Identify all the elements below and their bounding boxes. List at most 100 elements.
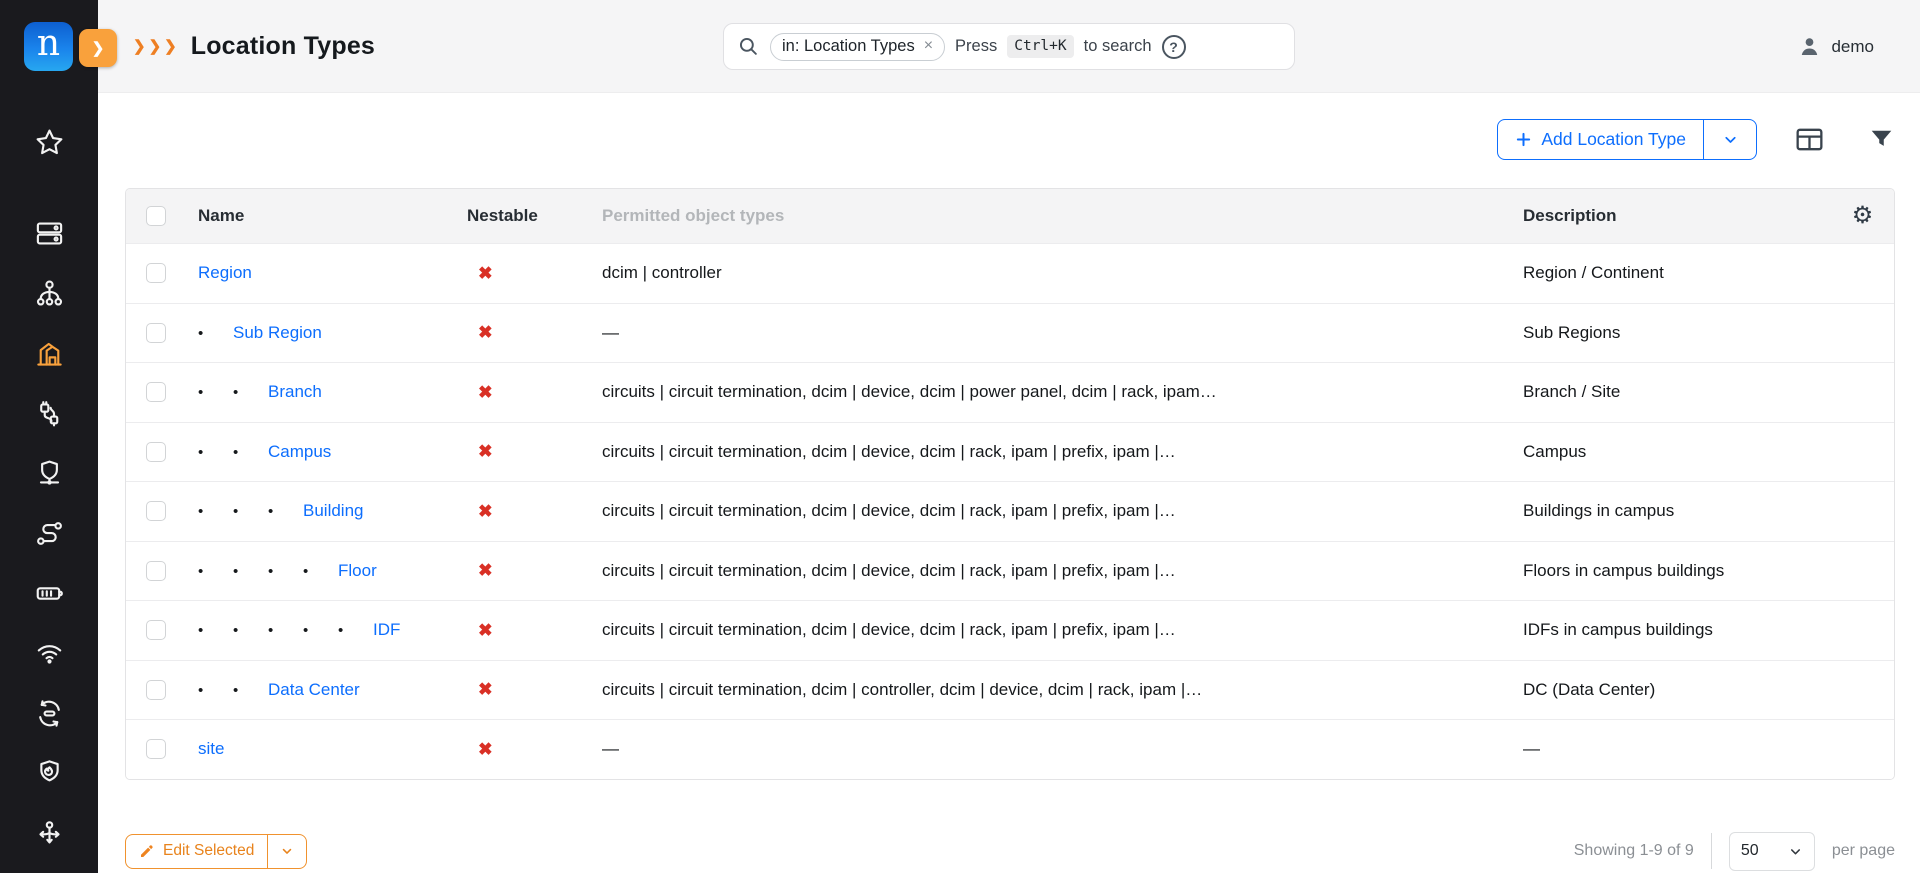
name-cell: •••••IDF <box>186 620 461 640</box>
not-nestable-icon: ✖ <box>478 263 493 283</box>
hierarchy-dot: • <box>233 384 268 401</box>
edit-selected-button[interactable]: Edit Selected <box>126 835 268 868</box>
name-cell: •Sub Region <box>186 323 461 343</box>
pagination: Showing 1-9 of 9 50 per page <box>1574 832 1895 871</box>
select-all-checkbox[interactable] <box>146 206 166 226</box>
sidebar-item-routes[interactable] <box>0 503 98 563</box>
app-window: n ❯ <box>0 0 1920 873</box>
user-menu[interactable]: demo <box>1797 0 1874 93</box>
row-checkbox[interactable] <box>146 382 166 402</box>
help-icon[interactable]: ? <box>1162 35 1186 59</box>
row-checkbox-cell <box>126 263 186 283</box>
gear-icon[interactable]: ⚙ <box>1852 204 1874 228</box>
chevron-down-icon <box>1722 131 1739 148</box>
sidebar-nav <box>0 112 98 863</box>
kbd-shortcut: Ctrl+K <box>1007 35 1073 58</box>
sidebar-item-locations[interactable] <box>0 323 98 383</box>
not-nestable-icon: ✖ <box>478 620 493 640</box>
breadcrumb: ❯❯❯ <box>133 37 180 55</box>
hierarchy-dot: • <box>268 622 303 639</box>
sidebar-expand-button[interactable]: ❯ <box>79 29 117 67</box>
content: Add Location Type <box>98 93 1920 873</box>
hierarchy-dot: • <box>198 682 233 699</box>
sidebar-item-hierarchy[interactable] <box>0 263 98 323</box>
table-config-button[interactable] <box>1795 125 1824 154</box>
cables-icon <box>34 398 65 429</box>
location-type-link[interactable]: IDF <box>373 620 400 639</box>
permitted-object-types-cell: circuits | circuit termination, dcim | d… <box>596 442 1516 462</box>
wifi-icon <box>34 638 65 669</box>
footer-row: Edit Selected Showing 1-9 of 9 50 <box>125 832 1895 871</box>
row-checkbox-cell <box>126 561 186 581</box>
permitted-object-types-cell: circuits | circuit termination, dcim | d… <box>596 382 1516 402</box>
row-checkbox[interactable] <box>146 442 166 462</box>
column-header-name[interactable]: Name <box>186 206 461 226</box>
description-cell: Region / Continent <box>1516 263 1831 283</box>
global-search[interactable]: in: Location Types × Press Ctrl+K to sea… <box>723 23 1295 70</box>
close-icon[interactable]: × <box>924 38 933 54</box>
edit-options-dropdown[interactable] <box>268 835 306 868</box>
sidebar-item-migration[interactable] <box>0 803 98 863</box>
sidebar-item-favorites[interactable] <box>0 112 98 172</box>
location-type-link[interactable]: Building <box>303 501 364 520</box>
shield-network-icon <box>34 458 65 489</box>
hierarchy-dot: • <box>233 444 268 461</box>
sidebar-item-firewall[interactable] <box>0 743 98 803</box>
row-checkbox-cell <box>126 323 186 343</box>
page-size-select[interactable]: 50 <box>1729 832 1815 871</box>
hierarchy-dot: • <box>303 622 338 639</box>
location-type-link[interactable]: Sub Region <box>233 323 322 342</box>
sidebar-item-sync[interactable] <box>0 683 98 743</box>
edit-selected-split-button: Edit Selected <box>125 834 307 869</box>
sidebar-item-power[interactable] <box>0 563 98 623</box>
not-nestable-icon: ✖ <box>478 560 493 580</box>
permitted-object-types-cell: circuits | circuit termination, dcim | d… <box>596 561 1516 581</box>
hierarchy-dot: • <box>233 622 268 639</box>
location-type-link[interactable]: Data Center <box>268 680 360 699</box>
table-row: ••••Floor ✖ circuits | circuit terminati… <box>126 541 1894 601</box>
column-header-nestable[interactable]: Nestable <box>461 206 596 226</box>
row-checkbox[interactable] <box>146 739 166 759</box>
row-checkbox[interactable] <box>146 263 166 283</box>
row-checkbox-cell <box>126 382 186 402</box>
hierarchy-dot: • <box>233 563 268 580</box>
column-header-description: Description <box>1516 206 1831 226</box>
permitted-object-types-cell: — <box>596 323 1516 343</box>
filter-button[interactable] <box>1868 126 1895 153</box>
not-nestable-icon: ✖ <box>478 679 493 699</box>
route-icon <box>34 518 65 549</box>
location-type-link[interactable]: Branch <box>268 382 322 401</box>
sidebar: n ❯ <box>0 0 98 873</box>
location-type-link[interactable]: Campus <box>268 442 331 461</box>
row-checkbox-cell <box>126 620 186 640</box>
search-hint-press: Press <box>955 37 997 56</box>
hierarchy-dot: • <box>338 622 373 639</box>
row-checkbox[interactable] <box>146 561 166 581</box>
search-scope-chip[interactable]: in: Location Types × <box>770 33 945 61</box>
filter-funnel-icon <box>1868 126 1895 153</box>
nautobot-logo[interactable]: n <box>24 22 73 71</box>
add-location-type-button[interactable]: Add Location Type <box>1498 120 1704 159</box>
description-cell: — <box>1516 739 1831 759</box>
table-row: •••••IDF ✖ circuits | circuit terminatio… <box>126 600 1894 660</box>
name-cell: ••••Floor <box>186 561 461 581</box>
hierarchy-icon <box>34 278 65 309</box>
sidebar-item-security[interactable] <box>0 443 98 503</box>
location-type-link[interactable]: Region <box>198 263 252 282</box>
nestable-cell: ✖ <box>461 263 596 284</box>
sidebar-item-devices[interactable] <box>0 203 98 263</box>
sidebar-item-cables[interactable] <box>0 383 98 443</box>
description-cell: Floors in campus buildings <box>1516 561 1831 581</box>
hierarchy-dot: • <box>233 682 268 699</box>
row-checkbox[interactable] <box>146 620 166 640</box>
row-checkbox[interactable] <box>146 680 166 700</box>
table-row: •Sub Region ✖ — Sub Regions <box>126 303 1894 363</box>
row-checkbox[interactable] <box>146 501 166 521</box>
not-nestable-icon: ✖ <box>478 382 493 402</box>
location-type-link[interactable]: Floor <box>338 561 377 580</box>
row-checkbox[interactable] <box>146 323 166 343</box>
add-options-dropdown[interactable] <box>1704 120 1756 159</box>
sidebar-item-wireless[interactable] <box>0 623 98 683</box>
location-type-link[interactable]: site <box>198 739 224 758</box>
nestable-cell: ✖ <box>461 441 596 462</box>
